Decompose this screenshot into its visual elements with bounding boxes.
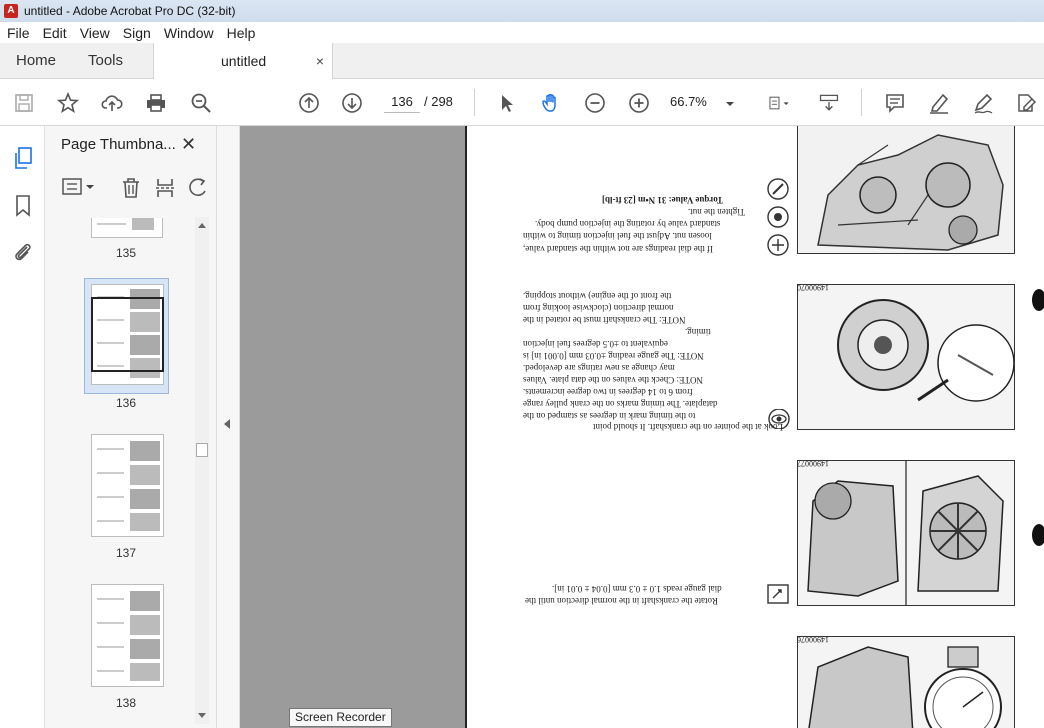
binding-hole (1032, 524, 1044, 546)
highlight-pen-icon[interactable] (927, 91, 951, 115)
page-number-input[interactable]: 136 (384, 91, 420, 113)
zoom-level-input[interactable]: 66.7% (670, 91, 720, 113)
figure-engine-top (797, 126, 1015, 254)
select-cursor-icon[interactable] (495, 91, 519, 115)
attachments-paperclip-icon[interactable] (12, 240, 34, 267)
thumbnail-options-menu-icon[interactable] (61, 176, 95, 201)
thumbnail-label-138: 138 (116, 696, 137, 710)
delete-page-trash-icon[interactable] (121, 177, 141, 202)
save-icon[interactable] (12, 91, 36, 115)
note-line: may change as new ratings are developed. (523, 363, 675, 373)
rotate-page-icon[interactable] (188, 177, 208, 202)
toolbar (0, 79, 1044, 126)
note-line: equivalent to ±0.5 degrees fuel injectio… (523, 339, 668, 349)
next-page-icon[interactable] (340, 91, 364, 115)
toolbar-divider (861, 89, 862, 116)
panel-close-icon[interactable]: ✕ (181, 134, 196, 155)
menu-bar: File Edit View Sign Window Help (0, 22, 1044, 43)
paragraph-line: dial gauge reads 1.0 ± 0.3 mm [0.04 ± 0.… (552, 584, 722, 594)
figure-id-label: 14900077 (797, 459, 829, 468)
tab-close-icon[interactable]: × (316, 43, 324, 79)
title-bar: A untitled - Adobe Acrobat Pro DC (32-bi… (0, 0, 1044, 22)
menu-help[interactable]: Help (227, 25, 256, 41)
paragraph-line: Rotate the crankshaft in the normal dire… (525, 596, 718, 606)
figure-dial-gauge (797, 636, 1015, 728)
document-viewport[interactable]: If the dial readings are not within the … (240, 126, 1044, 728)
print-icon[interactable] (144, 91, 168, 115)
panel-title: Page Thumbna... (61, 136, 176, 153)
figure-id-label: 14900070 (797, 283, 829, 292)
paragraph-line: from 6 to 14 degrees in two degree incre… (523, 387, 693, 397)
zoom-search-icon[interactable] (189, 91, 213, 115)
paragraph-line: to the timing mark in degrees as stamped… (523, 411, 696, 421)
tooltip-screen-recorder: Screen Recorder (289, 708, 392, 727)
figure-id-label: 14900076 (797, 635, 829, 644)
menu-view[interactable]: View (80, 25, 110, 41)
note-line: the front of the engine) without stoppin… (523, 291, 672, 301)
window-title: untitled - Adobe Acrobat Pro DC (32-bit) (24, 4, 236, 18)
zoom-out-icon[interactable] (583, 91, 607, 115)
scroll-up-arrow-icon[interactable] (198, 223, 206, 228)
note-line: NOTE: The crankshaft must be rotated in … (523, 315, 686, 325)
bookmarks-icon[interactable] (14, 194, 32, 221)
wrench-symbol-icon (765, 176, 791, 265)
menu-file[interactable]: File (7, 25, 30, 41)
thumbnail-page-137[interactable] (91, 434, 164, 537)
page-total: / 298 (424, 94, 453, 109)
note-line: NOTE: The gauge reading ±0.03 mm [0.001 … (523, 351, 704, 361)
hand-tool-icon[interactable] (539, 91, 563, 115)
acrobat-app-icon: A (4, 4, 18, 18)
paragraph-line: Tighten the nut. (688, 207, 745, 217)
thumbnail-scrollbar[interactable] (195, 217, 209, 724)
paragraph-line: loosen nut. Adjust the fuel injection ti… (523, 231, 712, 241)
collapse-arrow-icon[interactable] (224, 419, 230, 429)
panel-collapse-strip[interactable] (217, 126, 240, 728)
left-navigation-rail (0, 126, 45, 728)
paragraph-line: standard value by rotating the injection… (535, 219, 721, 229)
scroll-down-arrow-icon[interactable] (198, 713, 206, 718)
paragraph-line: Look at the pointer on the crankshaft. I… (593, 422, 783, 432)
bookmark-star-icon[interactable] (56, 91, 80, 115)
note-line: NOTE: Check the values on the data plate… (523, 375, 704, 385)
sign-pen-icon[interactable] (971, 91, 995, 115)
tab-document[interactable]: untitled × (153, 43, 333, 79)
figure-engine-views (797, 460, 1015, 606)
thumbnail-label-137: 137 (116, 546, 137, 560)
tab-bar: Home Tools untitled × (0, 43, 1044, 79)
paragraph-line: dataplate. The timing marks on the crank… (523, 399, 718, 409)
note-line: timing. (685, 327, 711, 337)
dial-gauge-symbol-icon (767, 584, 789, 607)
previous-page-icon[interactable] (297, 91, 321, 115)
paragraph-line: If the dial readings are not within the … (523, 244, 713, 254)
menu-window[interactable]: Window (164, 25, 214, 41)
scroll-mode-icon[interactable] (816, 91, 842, 115)
pdf-page: If the dial readings are not within the … (465, 126, 1044, 728)
visible-area-indicator[interactable] (91, 297, 164, 372)
page-thumbnails-icon[interactable] (12, 146, 34, 175)
tab-document-label: untitled (221, 53, 267, 69)
scroll-thumb[interactable] (196, 443, 208, 457)
thumbnails-panel: Page Thumbna... ✕ 135 136 137 138 (45, 126, 217, 728)
thumbnail-label-136: 136 (116, 396, 137, 410)
tab-home[interactable]: Home (16, 43, 56, 79)
thumbnail-page-135[interactable] (91, 218, 163, 238)
toolbar-divider (474, 89, 475, 116)
comment-icon[interactable] (883, 91, 907, 115)
page-display-icon[interactable] (762, 91, 796, 115)
figure-crank-pulley (797, 284, 1015, 430)
menu-edit[interactable]: Edit (43, 25, 67, 41)
upload-cloud-icon[interactable] (100, 91, 124, 115)
thumbnail-label-135: 135 (116, 246, 137, 260)
extract-page-icon[interactable] (155, 177, 175, 202)
tab-tools[interactable]: Tools (88, 43, 123, 79)
note-line: normal direction (clockwise looking from (523, 303, 674, 313)
torque-value: Torque Value: 31 N•m [23 ft-lb] (602, 195, 723, 205)
menu-sign[interactable]: Sign (123, 25, 151, 41)
thumbnail-page-138[interactable] (91, 584, 164, 687)
edit-pdf-icon[interactable] (1014, 91, 1038, 115)
zoom-dropdown-chevron-icon[interactable] (722, 91, 738, 115)
binding-hole (1032, 289, 1044, 311)
zoom-in-icon[interactable] (627, 91, 651, 115)
